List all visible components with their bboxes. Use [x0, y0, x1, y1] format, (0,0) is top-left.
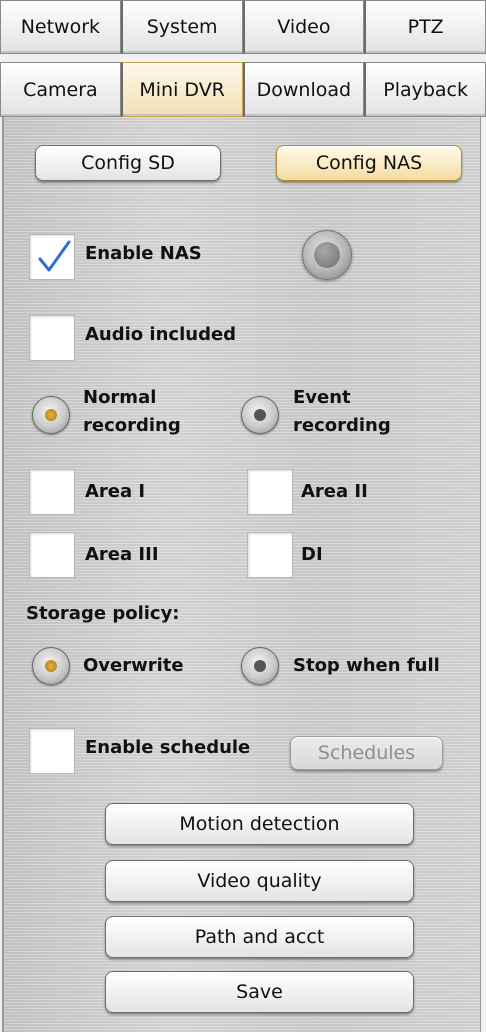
- di-checkbox[interactable]: [247, 532, 293, 578]
- main-tab-bar: Network System Video PTZ: [0, 0, 486, 54]
- area-2-checkbox[interactable]: [247, 469, 293, 515]
- enable-nas-label: Enable NAS: [85, 243, 202, 264]
- normal-recording-label-line1: Normal: [83, 387, 157, 408]
- motion-detection-button[interactable]: Motion detection: [105, 803, 414, 845]
- area-3-checkbox[interactable]: [29, 532, 75, 578]
- path-and-acct-button[interactable]: Path and acct: [105, 916, 414, 958]
- schedules-button[interactable]: Schedules: [290, 736, 443, 770]
- normal-recording-label-line2: recording: [83, 415, 181, 436]
- area-3-label: Area III: [85, 544, 159, 565]
- mini-dvr-panel: Config SD Config NAS Enable NAS Audio in…: [2, 117, 481, 1032]
- overwrite-label: Overwrite: [83, 655, 184, 676]
- enable-schedule-checkbox[interactable]: [29, 728, 75, 774]
- tab-download[interactable]: Download: [242, 62, 365, 117]
- tab-mini-dvr[interactable]: Mini DVR: [120, 62, 243, 117]
- sub-tab-bar: Camera Mini DVR Download Playback: [0, 62, 486, 117]
- area-2-label: Area II: [301, 481, 368, 502]
- audio-included-label: Audio included: [85, 324, 237, 345]
- tab-video[interactable]: Video: [242, 0, 365, 54]
- stop-when-full-label: Stop when full: [293, 655, 440, 676]
- area-1-label: Area I: [85, 481, 146, 502]
- nas-status-indicator: [302, 230, 352, 280]
- overwrite-radio[interactable]: [32, 647, 70, 685]
- tab-camera[interactable]: Camera: [0, 62, 121, 117]
- di-label: DI: [301, 544, 323, 565]
- config-sd-button[interactable]: Config SD: [35, 145, 221, 181]
- tab-system[interactable]: System: [120, 0, 243, 54]
- video-quality-button[interactable]: Video quality: [105, 860, 414, 902]
- enable-schedule-label: Enable schedule: [85, 737, 251, 758]
- checkmark-icon: [38, 240, 71, 272]
- stop-when-full-radio[interactable]: [241, 647, 279, 685]
- event-recording-radio[interactable]: [241, 396, 279, 434]
- config-nas-button[interactable]: Config NAS: [276, 145, 462, 181]
- tab-network[interactable]: Network: [0, 0, 121, 54]
- event-recording-label-line2: recording: [293, 415, 391, 436]
- tab-ptz[interactable]: PTZ: [364, 0, 486, 54]
- tab-playback[interactable]: Playback: [364, 62, 486, 117]
- save-button[interactable]: Save: [105, 971, 414, 1013]
- area-1-checkbox[interactable]: [29, 469, 75, 515]
- storage-policy-label: Storage policy:: [26, 603, 180, 624]
- enable-nas-checkbox[interactable]: [29, 234, 75, 280]
- audio-included-checkbox[interactable]: [29, 315, 75, 361]
- normal-recording-radio[interactable]: [32, 396, 70, 434]
- event-recording-label-line1: Event: [293, 387, 351, 408]
